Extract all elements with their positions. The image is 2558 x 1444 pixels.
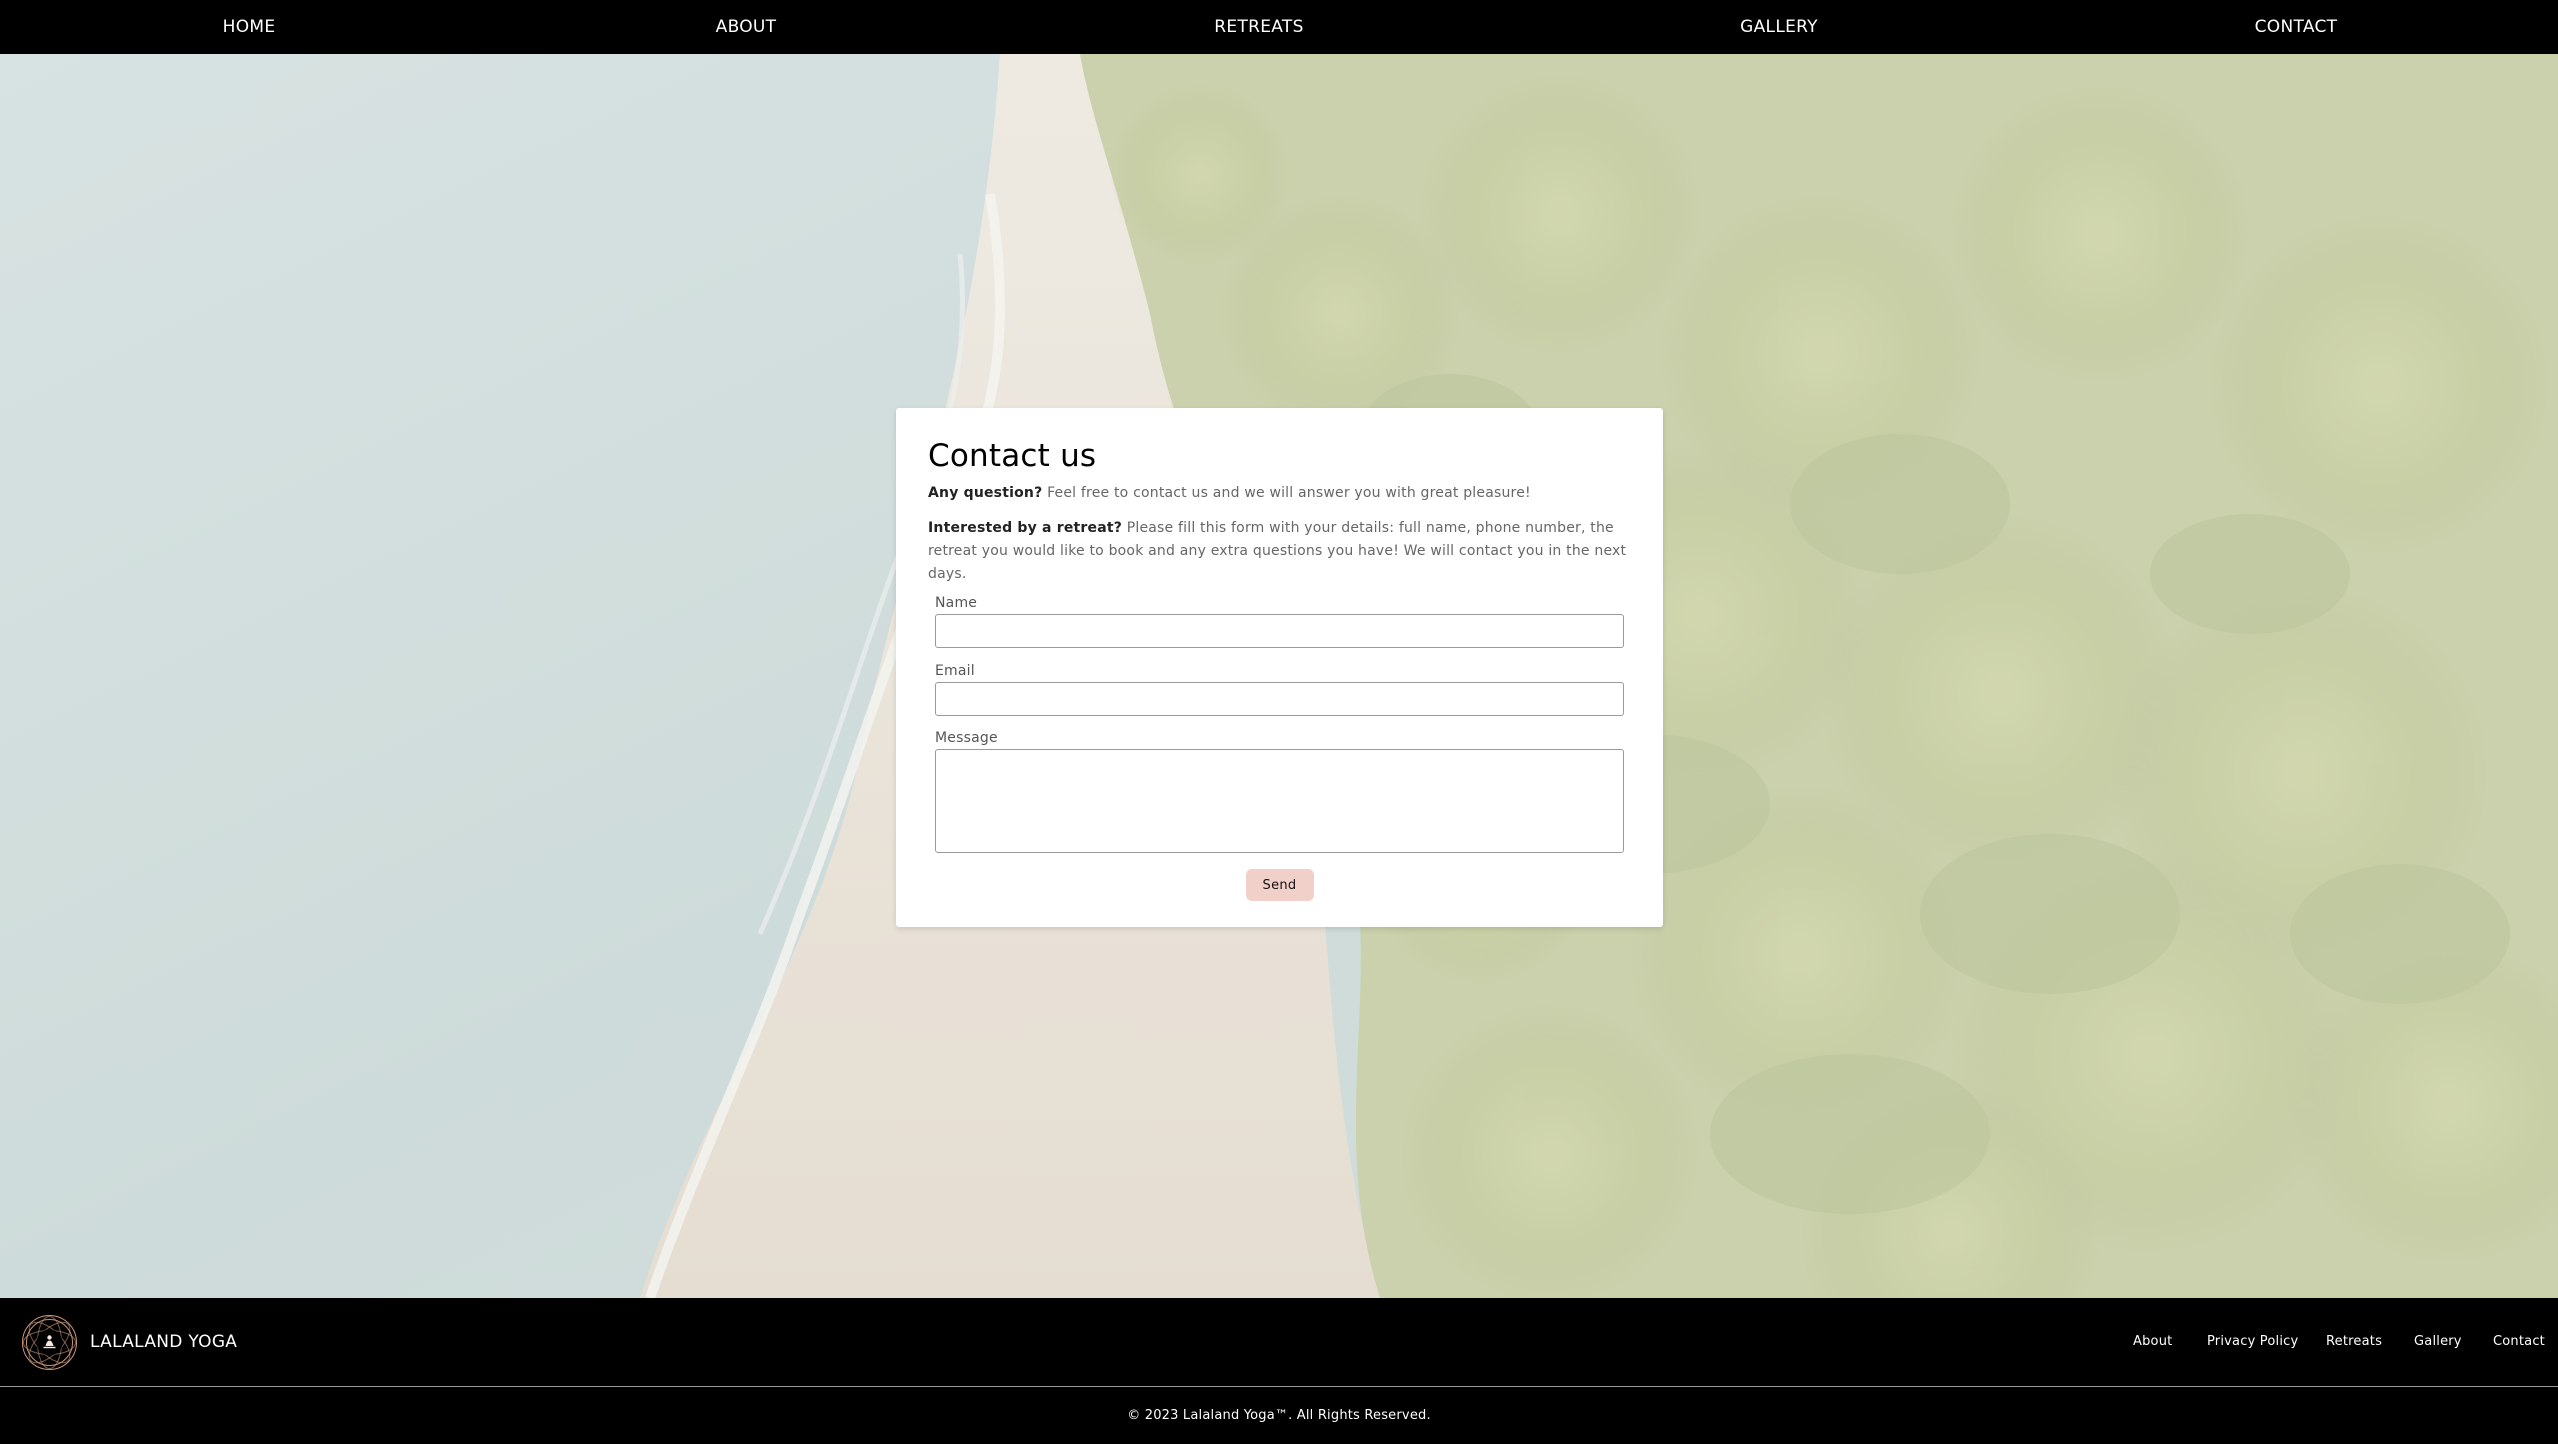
footer-brand[interactable]: LALALAND YOGA (90, 1298, 237, 1386)
nav-retreats[interactable]: RETREATS (1214, 0, 1303, 54)
nav-home[interactable]: HOME (223, 0, 276, 54)
meditation-lotus-icon[interactable] (21, 1314, 78, 1371)
footer: LALALAND YOGA About Privacy Policy Retre… (0, 1298, 2558, 1444)
name-field[interactable] (935, 614, 1624, 649)
footer-link-about[interactable]: About (2133, 1298, 2172, 1386)
copyright-text: © 2023 Lalaland Yoga™. All Rights Reserv… (1127, 1408, 1431, 1423)
contact-intro-bold: Any question? (928, 485, 1043, 502)
footer-top: LALALAND YOGA About Privacy Policy Retre… (0, 1298, 2558, 1387)
message-field[interactable] (935, 749, 1624, 854)
email-field[interactable] (935, 682, 1624, 717)
contact-intro: Any question? Feel free to contact us an… (928, 482, 1631, 505)
retreat-info: Interested by a retreat? Please fill thi… (928, 517, 1631, 586)
name-label: Name (935, 595, 978, 612)
footer-link-contact[interactable]: Contact (2493, 1298, 2545, 1386)
message-label: Message (935, 730, 998, 747)
contact-title: Contact us (928, 438, 1097, 474)
contact-card: Contact us Any question? Feel free to co… (896, 408, 1663, 927)
contact-intro-text: Feel free to contact us and we will answ… (1042, 485, 1531, 502)
page: HOME ABOUT RETREATS GALLERY CONTACT Cont… (0, 0, 2558, 1444)
nav-contact[interactable]: CONTACT (2255, 0, 2338, 54)
retreat-info-bold: Interested by a retreat? (928, 520, 1123, 537)
nav-about[interactable]: ABOUT (716, 0, 777, 54)
nav-gallery[interactable]: GALLERY (1740, 0, 1818, 54)
send-button[interactable]: Send (1245, 869, 1314, 902)
top-navigation: HOME ABOUT RETREATS GALLERY CONTACT (0, 0, 2558, 54)
footer-link-retreats[interactable]: Retreats (2326, 1298, 2382, 1386)
email-label: Email (935, 663, 975, 680)
footer-link-privacy-policy[interactable]: Privacy Policy (2207, 1298, 2298, 1386)
footer-link-gallery[interactable]: Gallery (2414, 1298, 2462, 1386)
